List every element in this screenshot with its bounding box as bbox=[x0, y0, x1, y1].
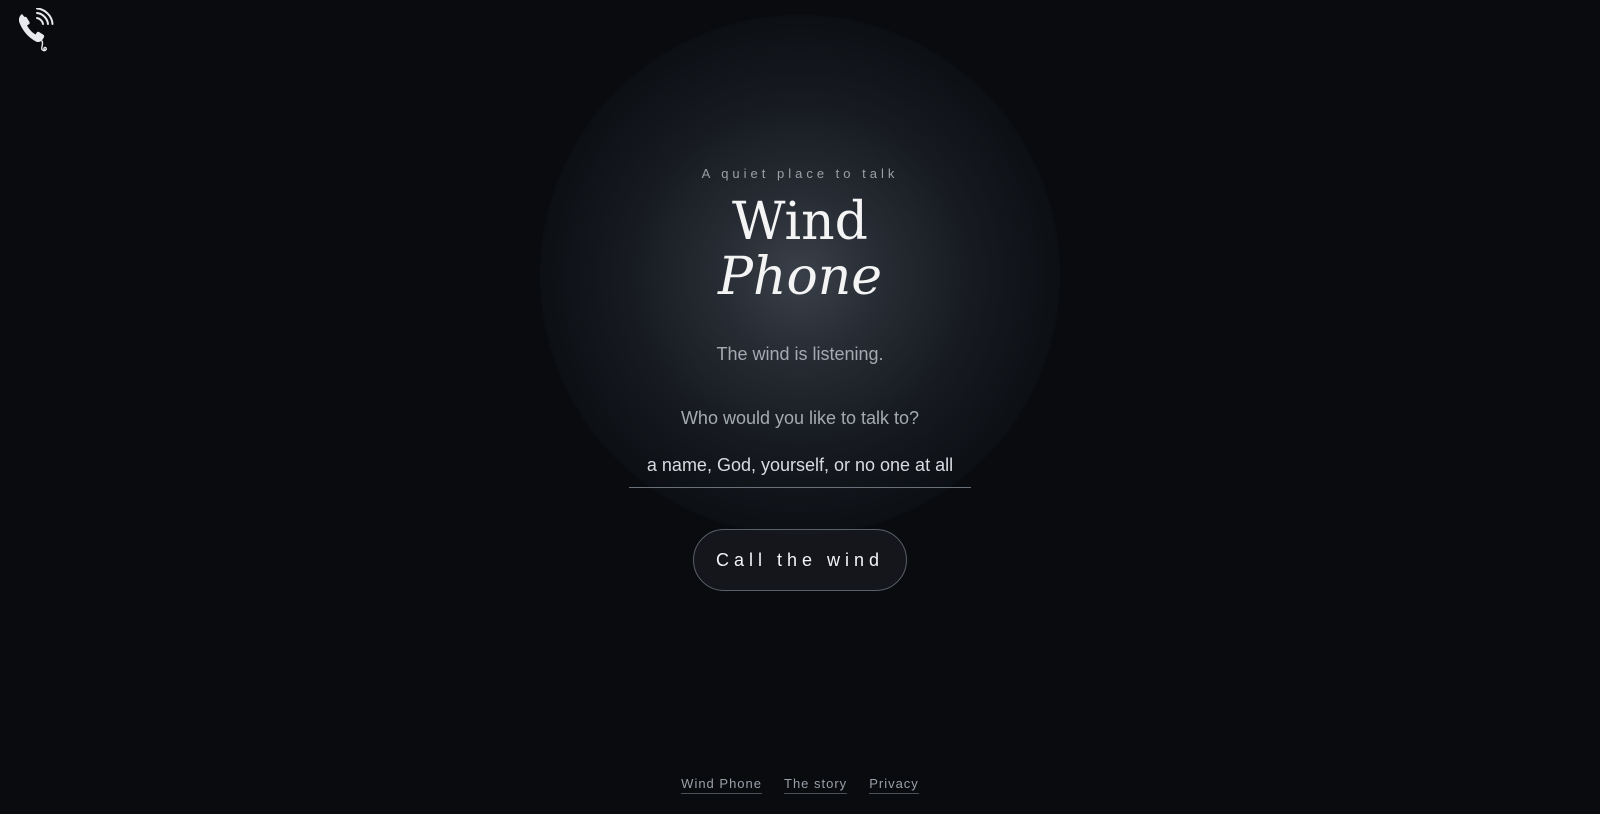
footer-nav: Wind Phone The story Privacy bbox=[0, 776, 1600, 794]
footer-link-the-story[interactable]: The story bbox=[784, 776, 848, 794]
phone-wind-icon[interactable] bbox=[16, 7, 56, 54]
page-title-wind: Wind bbox=[732, 192, 868, 252]
call-the-wind-button[interactable]: Call the wind bbox=[693, 529, 907, 591]
page-title-phone: Phone bbox=[717, 247, 883, 307]
footer-link-wind-phone[interactable]: Wind Phone bbox=[681, 776, 762, 794]
recipient-input[interactable] bbox=[629, 447, 971, 483]
subtitle: The wind is listening. bbox=[716, 344, 884, 364]
recipient-field bbox=[629, 447, 971, 488]
footer-link-privacy[interactable]: Privacy bbox=[869, 776, 919, 794]
tagline: A quiet place to talk bbox=[701, 166, 899, 181]
recipient-prompt: Who would you like to talk to? bbox=[680, 408, 920, 428]
